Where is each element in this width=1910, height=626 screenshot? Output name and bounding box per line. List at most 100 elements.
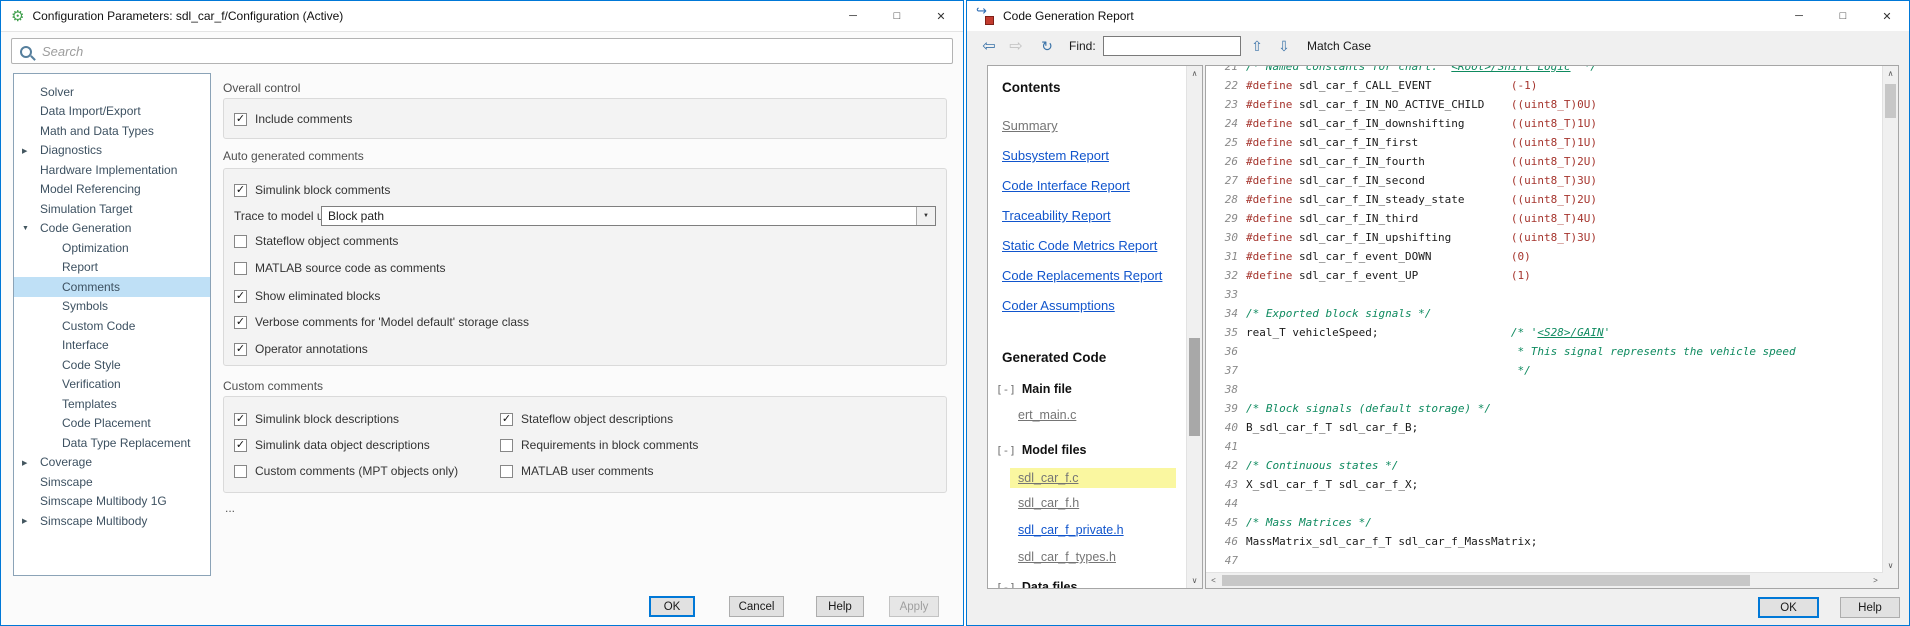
minimize-button[interactable]: ─ [1777, 1, 1821, 31]
contents-link-code-replacements-report[interactable]: Code Replacements Report [1002, 268, 1162, 283]
checkbox-show-eliminated-blocks[interactable]: ✓ [234, 290, 247, 303]
refresh-icon[interactable]: ↻ [1035, 31, 1059, 61]
file-link-sdl-car-f-h[interactable]: sdl_car_f.h [1018, 496, 1079, 510]
sidebar-item-custom-code[interactable]: Custom Code [14, 316, 210, 336]
scroll-up-icon[interactable]: ∧ [1187, 66, 1202, 81]
trace-to-model-dropdown[interactable]: Block path▼ [321, 206, 936, 226]
sidebar-item-data-type-replacement[interactable]: Data Type Replacement [14, 433, 210, 453]
sidebar-item-simulation-target[interactable]: Simulation Target [14, 199, 210, 219]
checkbox-row-stateflow-object-comments: Stateflow object comments [234, 234, 398, 248]
sidebar-item-code-generation[interactable]: ▼Code Generation [14, 219, 210, 239]
sidebar-item-code-style[interactable]: Code Style [14, 355, 210, 375]
checkbox-row-stateflow-object-descriptions: ✓Stateflow object descriptions [500, 412, 673, 426]
sidebar-item-comments[interactable]: Comments [14, 277, 210, 297]
search-input[interactable] [11, 38, 953, 64]
find-next-icon[interactable]: ⇩ [1272, 31, 1296, 61]
maximize-button[interactable]: □ [875, 1, 919, 31]
line-number: 28 [1210, 190, 1238, 209]
scroll-down-icon[interactable]: ∨ [1883, 558, 1898, 573]
scroll-left-icon[interactable]: < [1206, 573, 1221, 588]
dropdown-arrow-icon[interactable]: ▼ [916, 207, 935, 225]
sidebar-item-simscape[interactable]: Simscape [14, 472, 210, 492]
collapse-toggle-icon[interactable]: [-] [996, 581, 1016, 589]
sidebar-item-diagnostics[interactable]: ▶Diagnostics [14, 141, 210, 161]
contents-link-summary[interactable]: Summary [1002, 118, 1058, 133]
code-line-46: 46MassMatrix_sdl_car_f_T sdl_car_f_MassM… [1210, 532, 1883, 551]
checkbox-stateflow-object-descriptions[interactable]: ✓ [500, 413, 513, 426]
maximize-button[interactable]: □ [1821, 1, 1865, 31]
contents-link-static-code-metrics-report[interactable]: Static Code Metrics Report [1002, 238, 1157, 253]
sidebar-item-math-and-data-types[interactable]: Math and Data Types [14, 121, 210, 141]
checkbox-simulink-data-object-descriptions[interactable]: ✓ [234, 439, 247, 452]
sidebar-item-simscape-multibody[interactable]: ▶Simscape Multibody [14, 511, 210, 531]
code-text: sdl_car_f_IN_steady_state [1299, 193, 1511, 206]
file-link-sdl-car-f-private-h[interactable]: sdl_car_f_private.h [1018, 523, 1124, 537]
help-button[interactable]: Help [1840, 597, 1900, 618]
sidebar-item-report[interactable]: Report [14, 258, 210, 278]
forward-icon[interactable]: ⇨ [1004, 31, 1028, 61]
checkbox-label: Stateflow object comments [255, 234, 398, 248]
sidebar-item-symbols[interactable]: Symbols [14, 297, 210, 317]
help-button[interactable]: Help [816, 596, 864, 617]
file-link-sdl-car-f-types-h[interactable]: sdl_car_f_types.h [1018, 550, 1116, 564]
sidebar-scrollbar-thumb[interactable] [1189, 338, 1200, 436]
checkbox-stateflow-object-comments[interactable] [234, 235, 247, 248]
code-text: #define [1246, 269, 1299, 282]
back-icon[interactable]: ⇦ [977, 31, 1001, 61]
code-link-s28-gain[interactable]: <S28>/GAIN [1537, 326, 1603, 339]
vertical-scrollbar-thumb[interactable] [1885, 84, 1896, 118]
scroll-up-icon[interactable]: ∧ [1883, 66, 1898, 81]
sidebar-item-verification[interactable]: Verification [14, 375, 210, 395]
scroll-down-icon[interactable]: ∨ [1187, 573, 1202, 588]
ok-button[interactable]: OK [649, 596, 695, 617]
report-sidebar: ContentsSummarySubsystem ReportCode Inte… [987, 65, 1203, 589]
sidebar-item-simscape-multibody-1g[interactable]: Simscape Multibody 1G [14, 492, 210, 512]
sidebar-item-solver[interactable]: Solver [14, 82, 210, 102]
sidebar-item-templates[interactable]: Templates [14, 394, 210, 414]
generated-code-heading: Generated Code [1002, 350, 1106, 365]
find-input[interactable] [1103, 36, 1241, 56]
overall-control-group: ✓Include comments [223, 98, 947, 139]
checkbox-verbose-comments-for-model-default-storage-class[interactable]: ✓ [234, 316, 247, 329]
code-line-27: 27#define sdl_car_f_IN_second ((uint8_T)… [1210, 171, 1883, 190]
find-previous-icon[interactable]: ⇧ [1245, 31, 1269, 61]
checkbox-custom-comments-mpt-objects-only[interactable] [234, 465, 247, 478]
checkbox-matlab-user-comments[interactable] [500, 465, 513, 478]
cancel-button[interactable]: Cancel [729, 596, 784, 617]
line-number: 42 [1210, 456, 1238, 475]
checkbox-matlab-source-code-as-comments[interactable] [234, 262, 247, 275]
sidebar-item-data-import-export[interactable]: Data Import/Export [14, 102, 210, 122]
sidebar-item-optimization[interactable]: Optimization [14, 238, 210, 258]
minimize-button[interactable]: ─ [831, 1, 875, 31]
checkbox-include-comments[interactable]: ✓ [234, 113, 247, 126]
collapse-toggle-icon[interactable]: [-] [996, 444, 1016, 457]
ok-button[interactable]: OK [1758, 597, 1819, 618]
line-number: 44 [1210, 494, 1238, 513]
sidebar-item-model-referencing[interactable]: Model Referencing [14, 180, 210, 200]
sidebar-item-hardware-implementation[interactable]: Hardware Implementation [14, 160, 210, 180]
sidebar-item-code-placement[interactable]: Code Placement [14, 414, 210, 434]
match-case-toggle[interactable]: Match Case [1307, 39, 1371, 53]
code-link-root-shift-logic[interactable]: <Root>/Shift Logic [1451, 66, 1570, 73]
close-button[interactable]: ✕ [919, 1, 963, 31]
sidebar-item-coverage[interactable]: ▶Coverage [14, 453, 210, 473]
scroll-right-icon[interactable]: > [1868, 573, 1883, 588]
close-button[interactable]: ✕ [1865, 1, 1909, 31]
sidebar-item-interface[interactable]: Interface [14, 336, 210, 356]
sidebar-item-label: Code Style [14, 358, 121, 372]
contents-link-code-interface-report[interactable]: Code Interface Report [1002, 178, 1130, 193]
code-line-41: 41 [1210, 437, 1883, 456]
contents-link-coder-assumptions[interactable]: Coder Assumptions [1002, 298, 1115, 313]
checkbox-simulink-block-descriptions[interactable]: ✓ [234, 413, 247, 426]
file-link-ert-main-c[interactable]: ert_main.c [1018, 408, 1076, 422]
checkbox-requirements-in-block-comments[interactable] [500, 439, 513, 452]
contents-link-traceability-report[interactable]: Traceability Report [1002, 208, 1111, 223]
checkbox-operator-annotations[interactable]: ✓ [234, 343, 247, 356]
line-number: 47 [1210, 551, 1238, 570]
checkbox-row-show-eliminated-blocks: ✓Show eliminated blocks [234, 289, 380, 303]
horizontal-scrollbar-thumb[interactable] [1222, 575, 1750, 586]
file-link-sdl-car-f-c[interactable]: sdl_car_f.c [1010, 468, 1176, 488]
contents-link-subsystem-report[interactable]: Subsystem Report [1002, 148, 1109, 163]
collapse-toggle-icon[interactable]: [-] [996, 383, 1016, 396]
checkbox-simulink-block-comments[interactable]: ✓ [234, 184, 247, 197]
